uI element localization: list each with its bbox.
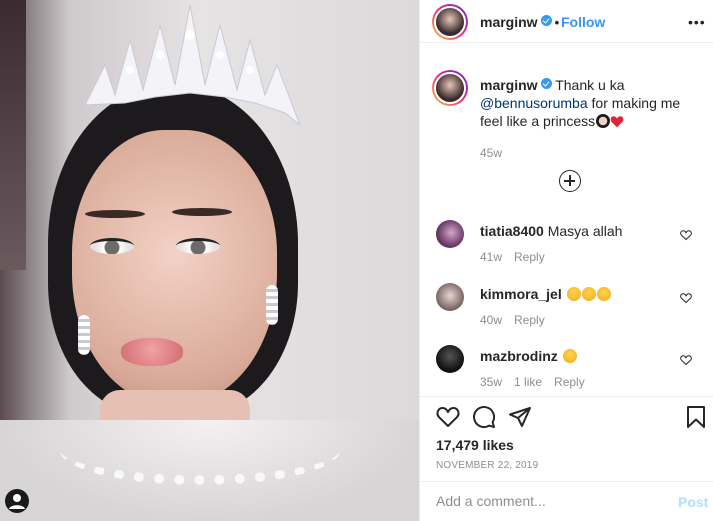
comment-item: tiatia8400 Masya allah 41w Reply xyxy=(420,220,713,280)
comment-age: 40w xyxy=(480,313,503,327)
photo-necklace xyxy=(60,415,340,485)
share-paper-plane-icon[interactable] xyxy=(508,405,532,429)
verified-badge-icon xyxy=(540,15,552,26)
photo-tiara xyxy=(85,5,300,125)
caption-text-before: Thank u ka xyxy=(555,77,625,93)
heart-eyes-icon xyxy=(596,287,611,301)
commenter-avatar[interactable] xyxy=(436,283,464,311)
author-avatar[interactable] xyxy=(432,4,468,40)
like-heart-icon[interactable] xyxy=(436,405,460,429)
comment-text: Masya allah xyxy=(547,223,623,239)
author-username[interactable]: marginw xyxy=(480,14,538,30)
red-heart-emoji-icon xyxy=(610,114,624,132)
commenter-avatar[interactable] xyxy=(436,220,464,248)
load-more-comments-icon[interactable] xyxy=(559,170,581,192)
commenter-avatar[interactable] xyxy=(436,345,464,373)
add-comment-input[interactable] xyxy=(436,490,656,512)
post-photo[interactable] xyxy=(0,0,419,521)
comment-age: 41w xyxy=(480,250,503,264)
post-date[interactable]: NOVEMBER 22, 2019 xyxy=(436,460,538,471)
caption-mention-link[interactable]: @bennusorumba xyxy=(480,95,588,111)
kiss-face-icon xyxy=(562,349,577,363)
commenter-username[interactable]: tiatia8400 xyxy=(480,223,544,239)
heart-eyes-icon xyxy=(566,287,581,301)
background-wall xyxy=(0,0,26,270)
photo-eye-right xyxy=(176,238,220,254)
like-comment-heart-icon[interactable] xyxy=(680,292,692,304)
reply-button[interactable]: Reply xyxy=(514,250,545,264)
comment-bubble-icon[interactable] xyxy=(472,405,496,429)
tagged-user-icon[interactable] xyxy=(5,489,29,513)
caption-username[interactable]: marginw xyxy=(480,77,538,93)
caption-author-avatar[interactable] xyxy=(432,70,468,106)
commenter-username[interactable]: kimmora_jel xyxy=(480,286,562,302)
add-comment-bar: Post xyxy=(420,481,713,521)
follow-button[interactable]: Follow xyxy=(561,14,605,30)
photo-brow-right xyxy=(172,208,232,216)
photo-earring-right xyxy=(266,285,278,325)
photo-earring-left xyxy=(78,315,90,355)
photo-eye-left xyxy=(90,238,134,254)
photo-face xyxy=(72,130,277,405)
like-count[interactable]: 17,479 likes xyxy=(436,437,514,453)
comment-item: kimmora_jel 40w Reply xyxy=(420,283,713,343)
caption: marginw Thank u ka @bennusorumba for mak… xyxy=(480,76,690,162)
photo-brow-left xyxy=(85,210,145,218)
comment-like-count[interactable]: 1 like xyxy=(514,375,542,389)
comment-age: 35w xyxy=(480,375,503,389)
caption-age: 45w xyxy=(480,146,503,160)
like-comment-heart-icon[interactable] xyxy=(680,229,692,241)
reply-button[interactable]: Reply xyxy=(554,375,585,389)
like-comment-heart-icon[interactable] xyxy=(680,354,692,366)
verified-badge-icon xyxy=(540,78,552,89)
post-comment-button[interactable]: Post xyxy=(678,494,708,510)
commenter-username[interactable]: mazbrodinz xyxy=(480,348,558,364)
post-side-panel: marginw • Follow ••• marginw Thank u ka @… xyxy=(419,0,713,521)
more-options-icon[interactable]: ••• xyxy=(688,14,706,30)
heart-eyes-icon xyxy=(581,287,596,301)
princess-emoji-icon xyxy=(596,114,611,128)
post-actions: 17,479 likes NOVEMBER 22, 2019 xyxy=(420,396,713,486)
post-header: marginw • Follow ••• xyxy=(420,0,713,43)
save-bookmark-icon[interactable] xyxy=(684,405,708,429)
separator-dot: • xyxy=(554,15,560,30)
reply-button[interactable]: Reply xyxy=(514,313,545,327)
photo-lips xyxy=(121,338,183,366)
